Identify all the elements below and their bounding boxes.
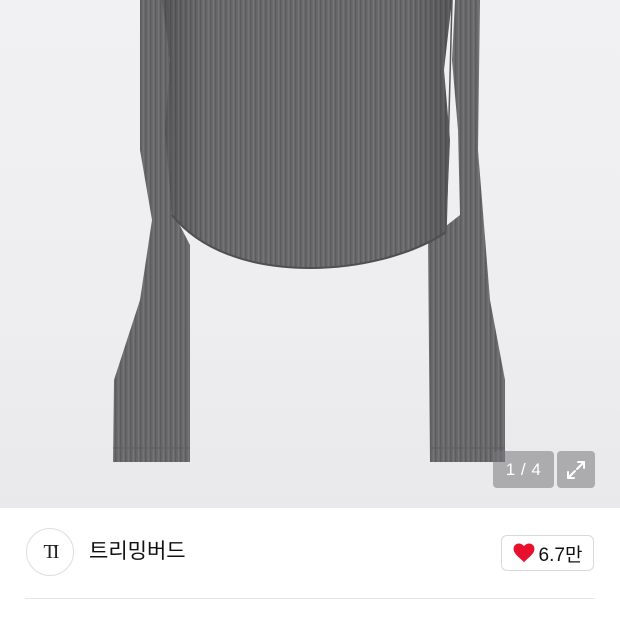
store-name[interactable]: 트리밍버드 [89, 539, 186, 565]
fullscreen-button[interactable] [557, 451, 595, 488]
section-divider [25, 598, 595, 599]
expand-icon [567, 460, 585, 479]
product-detail-screen: 1 / 4 TI 트리밍버드 6.7만 [0, 0, 620, 620]
like-count: 6.7만 [538, 544, 583, 566]
product-photo [113, 0, 505, 462]
store-logo-text: TI [43, 540, 60, 563]
store-logo[interactable]: TI [26, 528, 74, 576]
heart-icon [513, 543, 535, 563]
product-image-gallery[interactable]: 1 / 4 [0, 0, 620, 508]
like-button[interactable]: 6.7만 [501, 535, 594, 571]
page-indicator: 1 / 4 [493, 451, 554, 488]
store-info-bar: TI 트리밍버드 6.7만 [0, 508, 620, 598]
